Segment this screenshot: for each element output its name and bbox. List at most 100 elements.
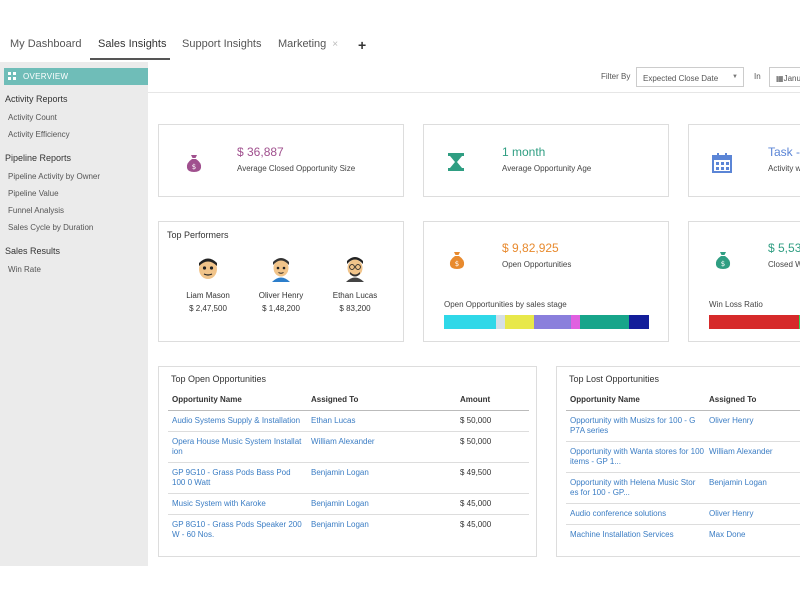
win-loss-ratio-bar xyxy=(709,315,800,329)
open-opportunities-label: Open Opportunities xyxy=(502,260,572,269)
assignee-link[interactable]: Benjamin Logan xyxy=(311,499,369,509)
card-title: Top Lost Opportunities xyxy=(569,374,660,384)
kpi-card-avg-opportunity-age: 1 month Average Opportunity Age xyxy=(423,124,669,197)
sidebar-item-sales-cycle-by-duration[interactable]: Sales Cycle by Duration xyxy=(8,223,93,232)
money-bag-icon: $ xyxy=(186,155,202,172)
divider xyxy=(168,514,529,515)
sidebar-section-pipeline-reports: Pipeline Reports xyxy=(5,153,72,163)
performer-name: Liam Mason xyxy=(186,291,230,300)
assignee-link[interactable]: Oliver Henry xyxy=(709,416,753,426)
avatar xyxy=(272,258,290,282)
stage-segment xyxy=(579,315,629,329)
divider xyxy=(566,472,800,473)
divider xyxy=(566,524,800,525)
divider xyxy=(566,410,800,411)
calendar-icon xyxy=(712,153,732,173)
performer: Liam Mason $ 2,47,500 xyxy=(173,256,243,313)
performer: Oliver Henry $ 1,48,200 xyxy=(246,256,316,313)
assignee-link[interactable]: Benjamin Logan xyxy=(311,468,369,478)
amount: $ 50,000 xyxy=(460,437,492,446)
sidebar-item-label: OVERVIEW xyxy=(23,72,69,81)
opportunity-link[interactable]: Opportunity with Musizs for 100 - G P7A … xyxy=(570,416,704,436)
sidebar-item-funnel-analysis[interactable]: Funnel Analysis xyxy=(8,206,64,215)
date-range-value: Janu xyxy=(783,74,800,83)
in-label: In xyxy=(754,72,761,81)
divider xyxy=(168,493,529,494)
svg-text:$: $ xyxy=(721,260,725,268)
filter-by-label: Filter By xyxy=(601,72,631,81)
stage-segment xyxy=(444,315,497,329)
sidebar-item-activity-efficiency[interactable]: Activity Efficiency xyxy=(8,130,70,139)
assignee-link[interactable]: Benjamin Logan xyxy=(709,478,767,488)
card-title: Top Open Opportunities xyxy=(171,374,267,384)
assignee-link[interactable]: William Alexander xyxy=(311,437,375,447)
opportunity-link[interactable]: Opportunity with Helena Music Stor es fo… xyxy=(570,478,704,498)
opportunity-link[interactable]: Audio Systems Supply & Installation xyxy=(172,416,306,426)
svg-text:$: $ xyxy=(192,163,196,171)
tab-sales-insights[interactable]: Sales Insights xyxy=(90,34,170,60)
opportunity-link[interactable]: Machine Installation Services xyxy=(570,530,704,540)
kpi-label: Average Closed Opportunity Size xyxy=(237,164,356,173)
closed-won-value: $ 5,53 xyxy=(768,241,800,255)
assignee-link[interactable]: Max Done xyxy=(709,530,745,540)
amount: $ 45,000 xyxy=(460,520,492,529)
stage-segment xyxy=(628,315,649,329)
tab-label: Support Insights xyxy=(182,38,262,50)
stage-segment xyxy=(533,315,571,329)
divider xyxy=(566,441,800,442)
sidebar-item-pipeline-value[interactable]: Pipeline Value xyxy=(8,189,59,198)
sidebar-section-sales-results: Sales Results xyxy=(5,246,61,256)
sidebar-item-activity-count[interactable]: Activity Count xyxy=(8,113,57,122)
calendar-icon: ▦ xyxy=(776,74,784,83)
caret-down-icon: ▼ xyxy=(732,74,738,80)
tab-my-dashboard[interactable]: My Dashboard xyxy=(10,34,82,60)
close-icon[interactable]: × xyxy=(332,39,338,50)
kpi-value: 1 month xyxy=(502,145,546,159)
kpi-value: $ 36,887 xyxy=(237,145,284,159)
opportunity-link[interactable]: Opportunity with Wanta stores for 100 it… xyxy=(570,447,704,467)
card-title: Top Performers xyxy=(167,230,229,240)
performer-amount: $ 2,47,500 xyxy=(189,304,227,313)
win-loss-segment xyxy=(709,315,799,329)
performer-amount: $ 83,200 xyxy=(339,304,371,313)
sidebar-item-win-rate[interactable]: Win Rate xyxy=(8,265,41,274)
assignee-link[interactable]: Benjamin Logan xyxy=(311,520,369,530)
sidebar-item-pipeline-activity-by-owner[interactable]: Pipeline Activity by Owner xyxy=(8,172,100,181)
divider xyxy=(168,431,529,432)
hourglass-icon xyxy=(448,153,464,171)
stage-segment xyxy=(570,315,580,329)
kpi-value: Task - xyxy=(768,145,800,159)
opportunity-link[interactable]: GP 8G10 - Grass Pods Speaker 200 W - 60 … xyxy=(172,520,306,540)
money-bag-icon: $ xyxy=(715,252,731,269)
assignee-link[interactable]: Ethan Lucas xyxy=(311,416,355,426)
column-header: Amount xyxy=(460,395,491,404)
amount: $ 45,000 xyxy=(460,499,492,508)
assignee-link[interactable]: William Alexander xyxy=(709,447,773,457)
sidebar-section-activity-reports: Activity Reports xyxy=(5,94,68,104)
opportunity-link[interactable]: Opera House Music System Installat ion xyxy=(172,437,306,457)
date-range-picker[interactable]: ▦Janu xyxy=(769,67,800,87)
divider xyxy=(168,410,529,411)
opportunity-link[interactable]: Music System with Karoke xyxy=(172,499,306,509)
money-bag-icon: $ xyxy=(449,252,465,269)
performer: Ethan Lucas $ 83,200 xyxy=(320,256,390,313)
tab-marketing[interactable]: Marketing × xyxy=(278,34,338,60)
tab-label: Sales Insights xyxy=(98,38,167,50)
opportunity-link[interactable]: GP 9G10 - Grass Pods Bass Pod 100 0 Watt xyxy=(172,468,306,488)
sidebar-item-overview[interactable]: OVERVIEW xyxy=(4,68,148,85)
column-header: Opportunity Name xyxy=(570,395,640,404)
filter-by-select[interactable]: Expected Close Date ▼ xyxy=(636,67,744,87)
tab-support-insights[interactable]: Support Insights xyxy=(182,34,262,60)
column-header: Assigned To xyxy=(709,395,757,404)
opportunity-link[interactable]: Audio conference solutions xyxy=(570,509,704,519)
amount: $ 50,000 xyxy=(460,416,492,425)
tab-label: My Dashboard xyxy=(10,38,82,50)
kpi-label: Activity w xyxy=(768,164,800,173)
assignee-link[interactable]: Oliver Henry xyxy=(709,509,753,519)
kpi-label: Average Opportunity Age xyxy=(502,164,592,173)
stage-segment xyxy=(496,315,506,329)
chart-label: Win Loss Ratio xyxy=(709,300,763,309)
divider xyxy=(566,503,800,504)
add-tab-button[interactable]: + xyxy=(358,37,366,53)
column-header: Assigned To xyxy=(311,395,359,404)
